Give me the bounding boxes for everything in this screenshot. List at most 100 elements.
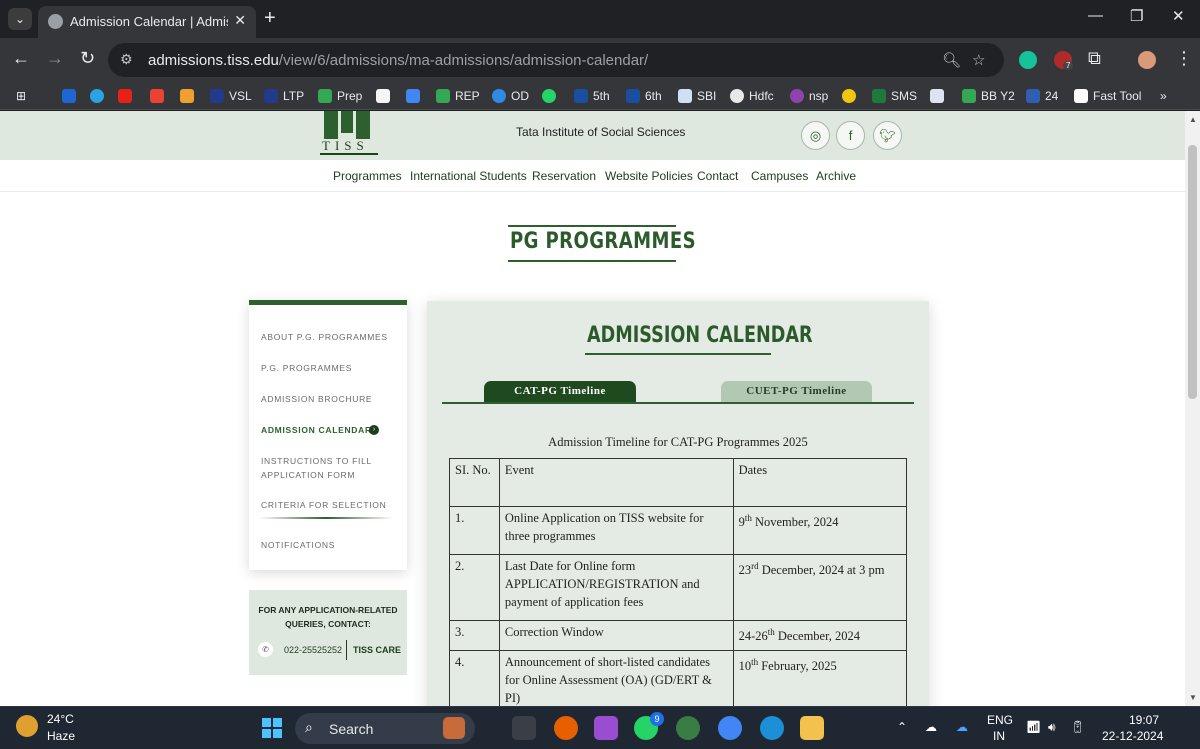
scroll-down-icon[interactable]: ▼ bbox=[1189, 693, 1197, 702]
docs-icon[interactable] bbox=[376, 87, 390, 105]
language-region[interactable]: IN bbox=[993, 729, 1005, 743]
apps-grid-icon[interactable]: ⊞ bbox=[16, 87, 26, 105]
close-tab-icon[interactable]: ✕ bbox=[234, 12, 246, 29]
bookmark-nsp[interactable]: nsp bbox=[790, 87, 828, 105]
nav-archive[interactable]: Archive bbox=[816, 169, 856, 183]
tray-expand-icon[interactable]: ⌃ bbox=[897, 720, 907, 734]
sidebar-item-notifications[interactable]: NOTIFICATIONS bbox=[261, 540, 335, 550]
youtube-icon[interactable] bbox=[118, 87, 132, 105]
edge-icon[interactable] bbox=[760, 716, 784, 740]
new-tab-button[interactable]: + bbox=[264, 7, 276, 30]
twitter-icon[interactable]: 🐦︎ bbox=[873, 121, 902, 150]
onedrive-blue-icon[interactable]: ☁ bbox=[956, 720, 968, 734]
sidebar-item-instructions-line2[interactable]: APPLICATION FORM bbox=[261, 470, 355, 480]
windows-start-icon[interactable] bbox=[262, 718, 282, 738]
weather-desc[interactable]: Haze bbox=[47, 729, 75, 743]
sidebar-item-brochure[interactable]: ADMISSION BROCHURE bbox=[261, 394, 372, 404]
nav-website-policies[interactable]: Website Policies bbox=[605, 169, 693, 183]
telegram-icon[interactable] bbox=[90, 87, 104, 105]
close-window-icon[interactable]: ✕ bbox=[1172, 7, 1185, 25]
back-icon[interactable]: ← bbox=[12, 48, 30, 69]
app-icon[interactable] bbox=[594, 716, 618, 740]
forward-icon[interactable]: → bbox=[46, 48, 64, 69]
clock-time[interactable]: 19:07 bbox=[1129, 713, 1159, 727]
bookmark-fast-tool[interactable]: Fast Tool bbox=[1074, 87, 1141, 105]
file-explorer-icon[interactable] bbox=[800, 716, 824, 740]
extensions-puzzle-icon[interactable]: ⧉ bbox=[1088, 48, 1101, 69]
contact-phone[interactable]: 022-25525252 bbox=[284, 645, 342, 655]
bookmark-icon-4[interactable] bbox=[930, 87, 944, 105]
bookmark-od[interactable]: OD bbox=[492, 87, 529, 105]
nav-international-students[interactable]: International Students bbox=[410, 169, 527, 183]
more-bookmarks-icon[interactable]: » bbox=[1160, 87, 1167, 105]
sidebar-item-about[interactable]: ABOUT P.G. PROGRAMMES bbox=[261, 332, 388, 342]
zoom-search-icon[interactable]: 🔍︎ bbox=[942, 51, 961, 69]
chrome-profile-icon[interactable] bbox=[676, 716, 700, 740]
sidebar-item-pg-programmes[interactable]: P.G. PROGRAMMES bbox=[261, 363, 352, 373]
facebook-icon[interactable]: f bbox=[836, 121, 865, 150]
nav-contact[interactable]: Contact bbox=[697, 169, 738, 183]
language-code[interactable]: ENG bbox=[987, 713, 1013, 727]
bookmark-ltp[interactable]: LTP bbox=[264, 87, 304, 105]
bookmark-sbi[interactable]: SBI bbox=[678, 87, 716, 105]
profile-avatar[interactable] bbox=[1138, 51, 1156, 69]
onedrive-icon[interactable]: ☁ bbox=[925, 720, 937, 734]
bookmark-sms[interactable]: SMS bbox=[872, 87, 917, 105]
url-text[interactable]: admissions.tiss.edu/view/6/admissions/ma… bbox=[148, 52, 648, 69]
bookmark-rep[interactable]: REP bbox=[436, 87, 480, 105]
bookmark-vsl[interactable]: VSL bbox=[210, 87, 252, 105]
logo-leaf-left bbox=[324, 111, 338, 139]
firefox-icon[interactable] bbox=[554, 716, 578, 740]
browser-tab[interactable]: Admission Calendar | Admission ✕ bbox=[38, 6, 256, 38]
reload-icon[interactable]: ↻ bbox=[80, 48, 95, 69]
tab-search-button[interactable]: ⌄ bbox=[8, 8, 32, 30]
chrome-icon[interactable] bbox=[718, 716, 742, 740]
logo-leaf-right bbox=[356, 111, 370, 139]
clock-date[interactable]: 22-12-2024 bbox=[1102, 729, 1163, 743]
tab-underline bbox=[442, 402, 914, 404]
nav-reservation[interactable]: Reservation bbox=[532, 169, 596, 183]
bookmark-prep[interactable]: Prep bbox=[318, 87, 362, 105]
tab-cat-pg[interactable]: CAT-PG Timeline bbox=[484, 381, 636, 402]
bookmark-hdfc[interactable]: Hdfc bbox=[730, 87, 774, 105]
bookmark-bb-y2[interactable]: BB Y2 bbox=[962, 87, 1015, 105]
sidebar-item-instructions[interactable]: INSTRUCTIONS TO FILL bbox=[261, 456, 372, 466]
weather-temp[interactable]: 24°C bbox=[47, 712, 74, 726]
bookmark-cat-24[interactable]: 24 bbox=[1026, 87, 1058, 105]
sidebar-item-criteria[interactable]: CRITERIA FOR SELECTION bbox=[261, 500, 386, 510]
calendar-icon[interactable] bbox=[406, 87, 420, 105]
gmail-icon[interactable] bbox=[150, 87, 164, 105]
page-scrollbar[interactable]: ▲ ▼ bbox=[1185, 111, 1200, 706]
scroll-up-icon[interactable]: ▲ bbox=[1189, 115, 1197, 124]
tab-cuet-pg[interactable]: CUET-PG Timeline bbox=[721, 381, 872, 402]
menu-kebab-icon[interactable]: ⋮ bbox=[1175, 48, 1193, 69]
phone-icon: ✆ bbox=[258, 642, 273, 657]
bookmark-5th[interactable]: 5th bbox=[574, 87, 610, 105]
nav-programmes[interactable]: Programmes bbox=[333, 169, 402, 183]
site-info-icon[interactable]: ⚙ bbox=[120, 51, 133, 68]
minimize-icon[interactable]: — bbox=[1088, 7, 1103, 24]
battery-icon[interactable]: 🔋︎ bbox=[1070, 720, 1085, 734]
sidebar-item-admission-calendar[interactable]: ADMISSION CALENDAR bbox=[261, 425, 372, 435]
bookmark-star-icon[interactable]: ☆ bbox=[972, 51, 985, 69]
volume-icon[interactable]: 🔊︎ bbox=[1048, 720, 1056, 735]
bookmark-icon-1[interactable] bbox=[62, 87, 76, 105]
bookmark-icon-3[interactable] bbox=[842, 87, 856, 105]
contact-text: FOR ANY APPLICATION-RELATED QUERIES, CON… bbox=[257, 603, 399, 631]
whatsapp-icon[interactable] bbox=[542, 87, 556, 105]
nav-campuses[interactable]: Campuses bbox=[751, 169, 808, 183]
weather-haze-icon[interactable] bbox=[16, 715, 38, 737]
task-view-icon[interactable] bbox=[512, 716, 536, 740]
restore-icon[interactable]: ❐ bbox=[1130, 7, 1143, 25]
address-bar[interactable]: ⚙ admissions.tiss.edu/view/6/admissions/… bbox=[108, 43, 1004, 77]
instagram-icon[interactable]: ◎ bbox=[801, 121, 830, 150]
bookmark-icon-2[interactable] bbox=[180, 87, 194, 105]
row-number: 2. bbox=[449, 554, 500, 621]
bookmark-6th[interactable]: 6th bbox=[626, 87, 662, 105]
grammarly-icon[interactable] bbox=[1019, 51, 1037, 69]
taskbar-search[interactable]: ⌕ Search bbox=[295, 713, 475, 744]
tiss-logo[interactable]: TISS bbox=[314, 111, 378, 156]
scrollbar-thumb[interactable] bbox=[1188, 145, 1197, 399]
institute-name: Tata Institute of Social Sciences bbox=[516, 125, 686, 139]
wifi-icon[interactable]: 📶︎ bbox=[1026, 720, 1041, 734]
